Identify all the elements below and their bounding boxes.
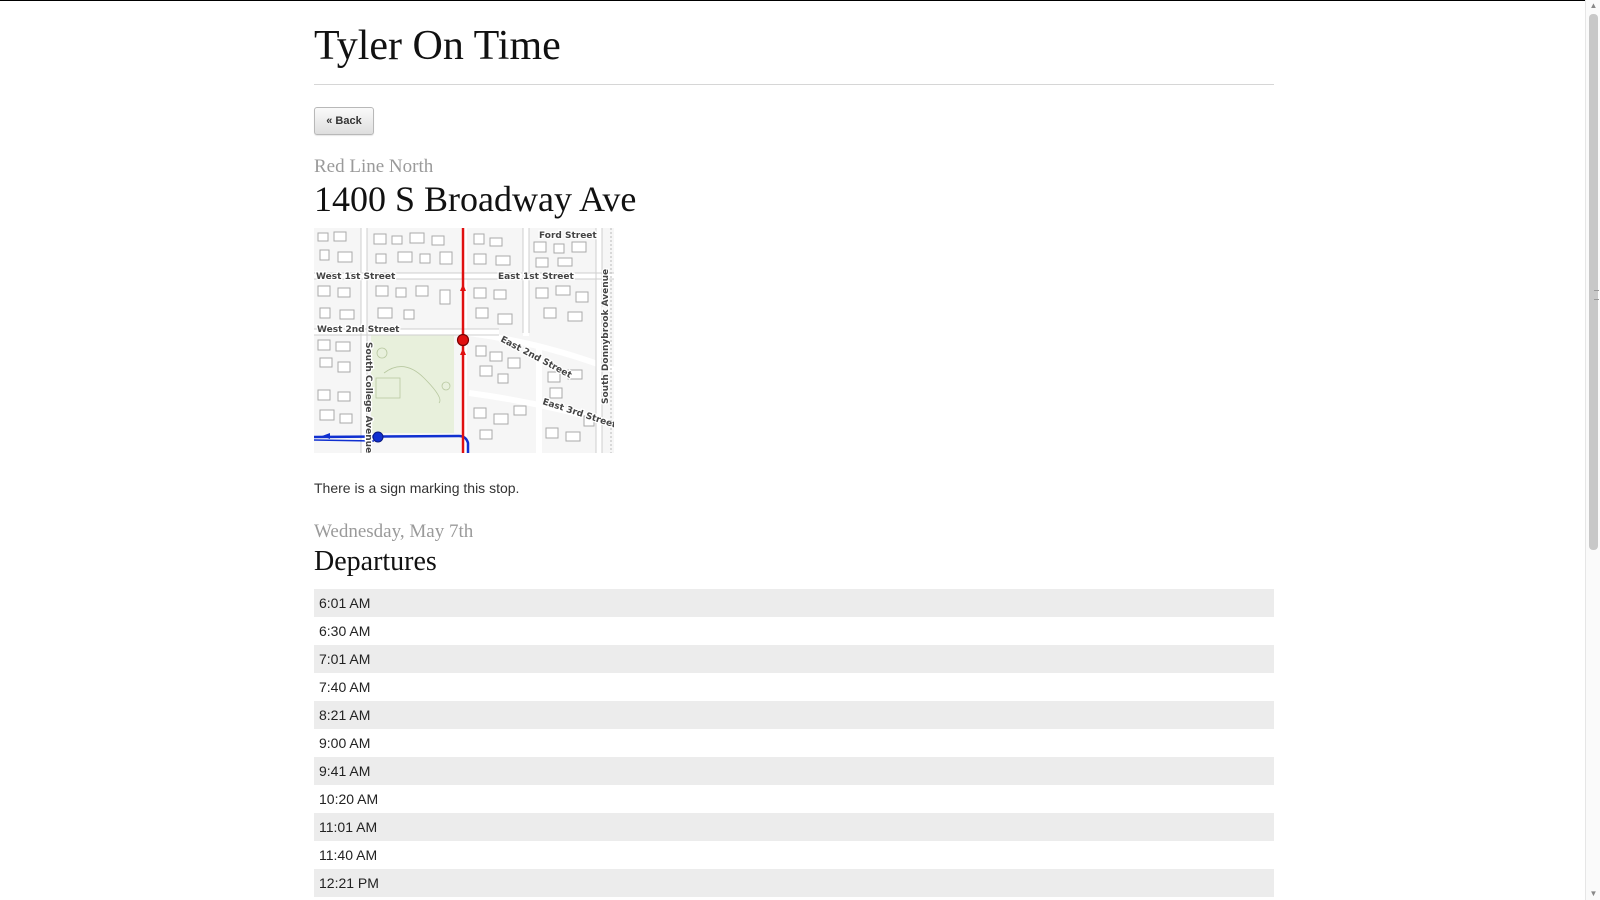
stop-sign-note: There is a sign marking this stop. [314, 480, 520, 496]
map-label-east-1st: East 1st Street [498, 272, 574, 282]
departure-row: 9:41 AM [314, 757, 1274, 785]
scroll-grip-icon [1594, 290, 1599, 300]
departure-row: 10:20 AM [319, 791, 379, 807]
departure-row: 11:40 AM [319, 847, 378, 863]
map-label-west-1st: West 1st Street [316, 272, 396, 282]
map-label-ford-street: Ford Street [539, 231, 597, 241]
header-divider [314, 84, 1274, 85]
map-label-west-2nd: West 2nd Street [317, 325, 400, 335]
scroll-thumb[interactable] [1589, 14, 1599, 550]
scroll-down-arrow-icon[interactable]: ▼ [1586, 888, 1600, 900]
departure-row: 9:00 AM [319, 735, 371, 751]
back-button[interactable]: « Back [314, 107, 374, 135]
departure-row: 7:01 AM [314, 645, 1274, 673]
departure-row: 8:21 AM [314, 701, 1274, 729]
stop-name: 1400 S Broadway Ave [314, 179, 637, 219]
blue-stop-marker[interactable] [372, 431, 384, 443]
map-label-south-college: South College Avenue [363, 342, 373, 453]
route-name: Red Line North [314, 156, 434, 177]
departure-row: 6:01 AM [314, 589, 1274, 617]
vertical-scrollbar[interactable]: ▲ ▼ [1585, 0, 1600, 900]
window-top-border [0, 0, 1600, 1]
scroll-up-arrow-icon[interactable]: ▲ [1586, 0, 1600, 12]
current-stop-marker[interactable] [456, 333, 470, 347]
map-label-south-donnybrook: South Donnybrook Avenue [601, 269, 611, 404]
departure-row: 11:01 AM [314, 813, 1274, 841]
departure-row: 6:30 AM [319, 623, 371, 639]
departures-table: 6:01 AM 6:30 AM 7:01 AM 7:40 AM 8:21 AM … [314, 589, 1274, 897]
park-area [371, 335, 454, 433]
schedule-date: Wednesday, May 7th [314, 521, 474, 542]
site-title: Tyler On Time [314, 23, 561, 69]
stop-map[interactable]: Ford Street West 1st Street East 1st Str… [313, 228, 619, 454]
departure-row: 12:21 PM [314, 869, 1274, 897]
departure-row: 7:40 AM [319, 679, 371, 695]
map-image: Ford Street West 1st Street East 1st Str… [313, 228, 619, 454]
departures-heading: Departures [314, 546, 437, 577]
